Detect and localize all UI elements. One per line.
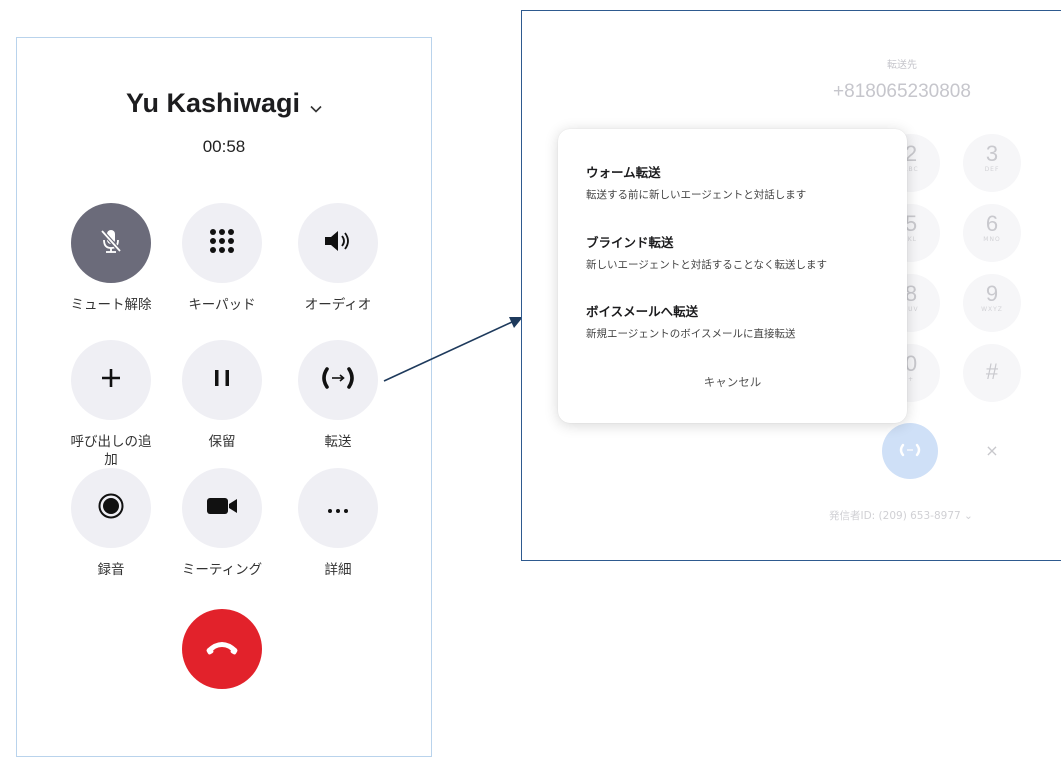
unmute-button[interactable] bbox=[71, 203, 151, 283]
keypad-label: キーパッド bbox=[188, 297, 256, 313]
cancel-button[interactable]: キャンセル bbox=[558, 374, 907, 390]
transfer-panel: 転送先 +818065230808 2 ABC 3 DEF 5 JKL 6 MN… bbox=[521, 10, 1061, 561]
record-control: 録音 bbox=[56, 468, 166, 579]
warm-transfer-option[interactable]: ウォーム転送 転送する前に新しいエージェントと対話します bbox=[586, 162, 887, 202]
option-title: ブラインド転送 bbox=[586, 235, 674, 250]
transfer-icon bbox=[898, 442, 922, 461]
transfer-icon bbox=[319, 366, 357, 394]
hold-label: 保留 bbox=[208, 434, 236, 450]
keypad-key-9[interactable]: 9 WXYZ bbox=[963, 274, 1021, 332]
hold-button[interactable] bbox=[182, 340, 262, 420]
key-letters: MNO bbox=[983, 236, 1001, 243]
keypad-key-hash[interactable]: # bbox=[963, 344, 1021, 402]
key-letters: WXYZ bbox=[981, 306, 1003, 313]
blind-transfer-option[interactable]: ブラインド転送 新しいエージェントと対話することなく転送します bbox=[586, 232, 887, 272]
mic-off-icon bbox=[96, 226, 126, 260]
more-icon bbox=[327, 499, 349, 518]
speaker-icon bbox=[322, 228, 354, 258]
key-digit: 9 bbox=[985, 281, 999, 306]
record-icon bbox=[97, 492, 125, 524]
close-icon[interactable]: × bbox=[972, 431, 1012, 471]
chevron-down-icon[interactable] bbox=[310, 89, 322, 120]
meeting-button[interactable] bbox=[182, 468, 262, 548]
voicemail-transfer-option[interactable]: ボイスメールへ転送 新規エージェントのボイスメールに直接転送 bbox=[586, 301, 887, 341]
key-digit: # bbox=[985, 359, 999, 384]
pause-icon bbox=[211, 367, 233, 393]
transfer-control: 転送 bbox=[283, 340, 393, 451]
transfer-label: 転送 bbox=[324, 434, 352, 450]
add-call-control: 呼び出しの追加 bbox=[56, 340, 166, 469]
audio-label: オーディオ bbox=[304, 297, 372, 313]
audio-control: オーディオ bbox=[283, 203, 393, 314]
keypad-control: キーパッド bbox=[167, 203, 277, 314]
caller-id-selector[interactable]: 発信者ID: (209) 653-8977 ⌄ bbox=[829, 508, 973, 523]
keypad-icon bbox=[209, 228, 235, 258]
more-button[interactable] bbox=[298, 468, 378, 548]
mute-label: ミュート解除 bbox=[70, 297, 152, 313]
keypad-key-3[interactable]: 3 DEF bbox=[963, 134, 1021, 192]
mute-control: ミュート解除 bbox=[56, 203, 166, 314]
hold-control: 保留 bbox=[167, 340, 277, 451]
option-description: 転送する前に新しいエージェントと対話します bbox=[586, 189, 807, 201]
key-digit: 3 bbox=[985, 141, 999, 166]
keypad-button[interactable] bbox=[182, 203, 262, 283]
key-letters: DEF bbox=[984, 166, 1000, 173]
option-title: ボイスメールへ転送 bbox=[586, 304, 699, 319]
add-call-button[interactable] bbox=[71, 340, 151, 420]
call-panel: Yu Kashiwagi 00:58 ミュート解除 キーパッド オーディオ 呼び… bbox=[16, 37, 432, 757]
key-digit: 6 bbox=[985, 211, 999, 236]
record-label: 録音 bbox=[97, 562, 125, 578]
video-icon bbox=[206, 496, 238, 520]
transfer-destination-number[interactable]: +818065230808 bbox=[522, 81, 1061, 103]
caller-name: Yu Kashiwagi bbox=[125, 88, 301, 118]
transfer-call-button[interactable] bbox=[882, 423, 938, 479]
meeting-control: ミーティング bbox=[167, 468, 277, 579]
record-button[interactable] bbox=[71, 468, 151, 548]
hang-up-icon bbox=[204, 637, 240, 661]
option-description: 新しいエージェントと対話することなく転送します bbox=[586, 259, 827, 271]
transfer-options-menu: ウォーム転送 転送する前に新しいエージェントと対話します ブラインド転送 新しい… bbox=[558, 129, 907, 423]
caller-header[interactable]: Yu Kashiwagi bbox=[17, 88, 431, 120]
keypad-key-6[interactable]: 6 MNO bbox=[963, 204, 1021, 262]
transfer-destination-label: 転送先 bbox=[887, 60, 917, 71]
plus-icon bbox=[99, 366, 123, 394]
option-title: ウォーム転送 bbox=[586, 165, 661, 180]
call-timer: 00:58 bbox=[202, 137, 246, 156]
meeting-label: ミーティング bbox=[181, 562, 263, 578]
add-call-label: 呼び出しの追加 bbox=[70, 434, 152, 468]
end-call-button[interactable] bbox=[182, 609, 262, 689]
transfer-button[interactable] bbox=[298, 340, 378, 420]
option-description: 新規エージェントのボイスメールに直接転送 bbox=[586, 328, 796, 340]
more-control: 詳細 bbox=[283, 468, 393, 579]
more-label: 詳細 bbox=[324, 562, 352, 578]
audio-button[interactable] bbox=[298, 203, 378, 283]
